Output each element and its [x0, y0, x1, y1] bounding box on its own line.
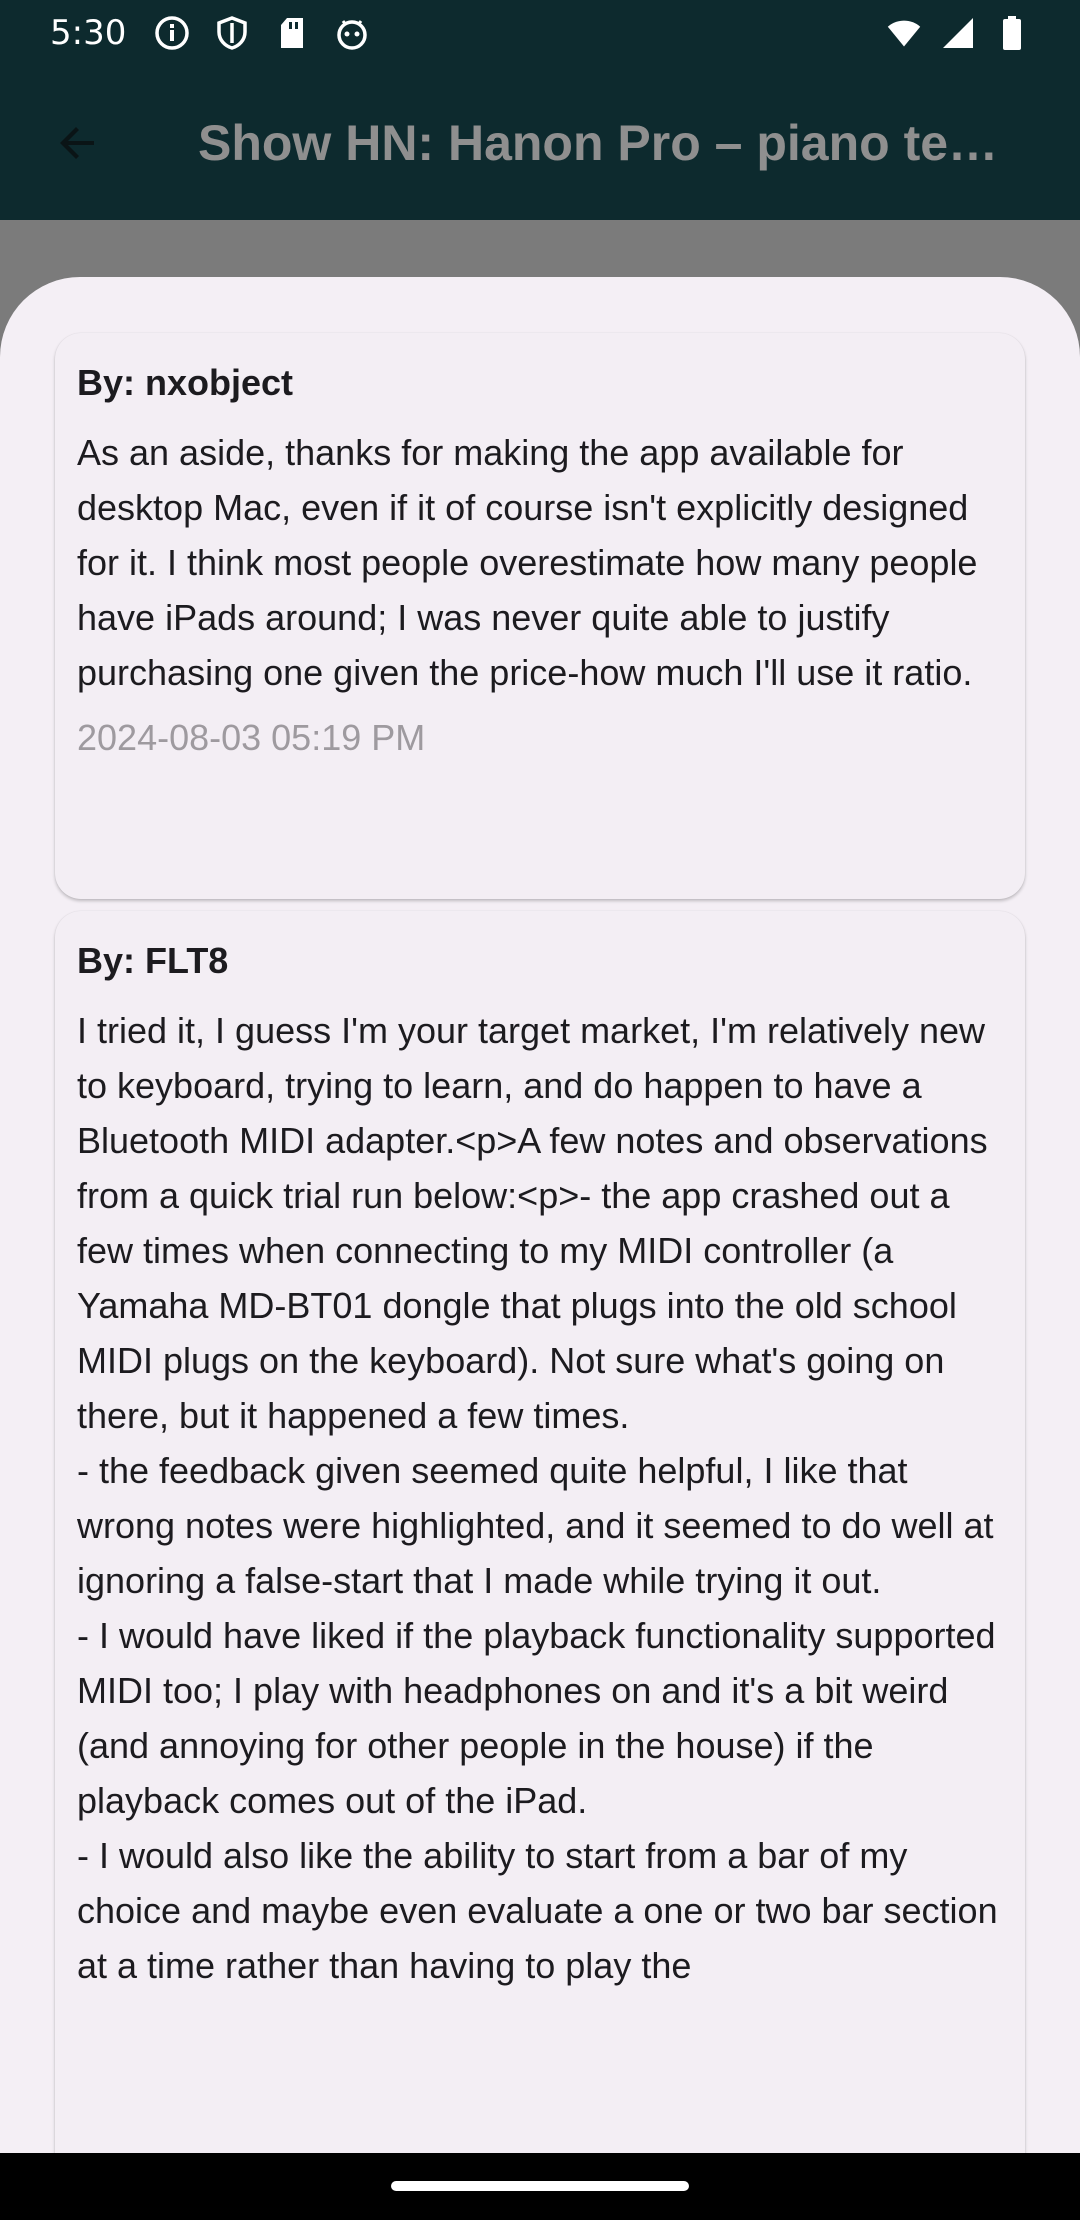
page-title: Show HN: Hanon Pro – piano te…: [198, 115, 999, 171]
comments-sheet[interactable]: By: nxobject As an aside, thanks for mak…: [0, 277, 1080, 2153]
comment-date: 2024-08-03 05:19 PM: [77, 717, 426, 758]
android-debug-icon: [334, 15, 370, 51]
comment-text: I tried it, I guess I'm your target mark…: [77, 1010, 998, 1986]
comment-author: By: FLT8: [77, 940, 229, 981]
shield-icon: [214, 15, 250, 51]
comment-card: By: FLT8 I tried it, I guess I'm your ta…: [55, 911, 1025, 2153]
info-icon: [154, 15, 190, 51]
wifi-icon: [886, 15, 922, 51]
cell-signal-icon: [940, 15, 976, 51]
status-icons-left: [154, 15, 370, 51]
app-bar: Show HN: Hanon Pro – piano te…: [0, 66, 1080, 220]
home-indicator[interactable]: [391, 2181, 689, 2191]
navigation-bar: [0, 2153, 1080, 2220]
status-icons-right: [886, 15, 1030, 51]
comment-author: By: nxobject: [77, 362, 294, 403]
comment-card: By: nxobject As an aside, thanks for mak…: [55, 333, 1025, 899]
comment-text: As an aside, thanks for making the app a…: [77, 432, 988, 693]
status-time: 5:30: [50, 13, 127, 53]
sd-card-icon: [274, 15, 310, 51]
status-bar: 5:30: [0, 0, 1080, 66]
arrow-back-icon: [60, 127, 94, 159]
battery-icon: [994, 15, 1030, 51]
back-button[interactable]: [28, 93, 128, 193]
